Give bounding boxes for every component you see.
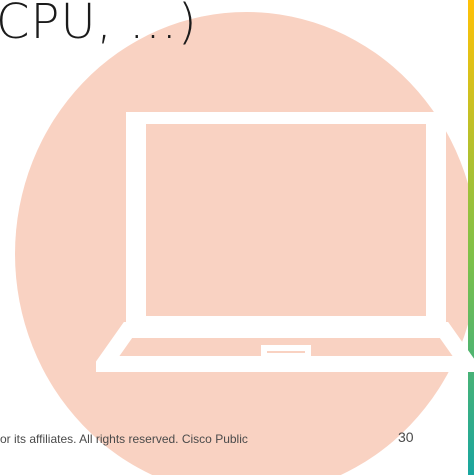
presentation-slide: CPU, ...) or its affiliates. All rights … — [0, 0, 474, 475]
footer-copyright: or its affiliates. All rights reserved. … — [0, 432, 248, 446]
slide-heading: CPU, ...) — [0, 0, 198, 50]
page-number: 30 — [398, 429, 414, 445]
laptop-icon — [88, 104, 474, 382]
